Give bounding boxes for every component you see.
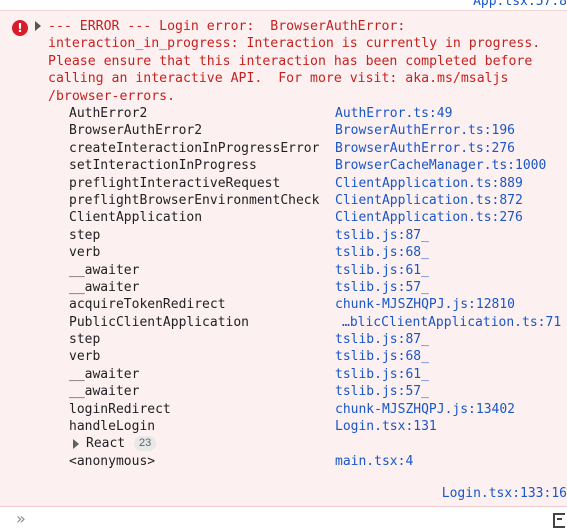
stack-frame-source-link[interactable]: BrowserAuthError.ts:276 [335, 140, 515, 157]
stack-frame-row: __awaiter tslib.js:57_ [69, 279, 567, 296]
stack-frame-source-link[interactable]: tslib.js:87_ [335, 331, 429, 348]
stack-frame-row: step tslib.js:87_ [69, 331, 567, 348]
stack-frame-function: preflightInteractiveRequest [69, 175, 281, 191]
caret-right-icon[interactable] [73, 439, 79, 450]
stack-frame-source-link[interactable]: AuthError.ts:49 [335, 105, 452, 122]
stack-frame-row: createInteractionInProgressError BrowserA… [69, 140, 567, 157]
stack-frame-row: verb tslib.js:68_ [69, 348, 567, 365]
stack-frame-row: preflightInteractiveRequest ClientApplica… [69, 175, 567, 192]
console-input[interactable] [40, 510, 544, 530]
stack-frame-row: loginRedirect chunk-MJSZHQPJ.js:13402 [69, 401, 567, 418]
stack-frame-row: __awaiter tslib.js:61_ [69, 366, 567, 383]
stack-frame-source-link[interactable]: chunk-MJSZHQPJ.js:13402 [335, 401, 515, 418]
stack-frame-row: __awaiter tslib.js:57_ [69, 383, 567, 400]
stack-frame-source-link[interactable]: tslib.js:68_ [335, 244, 429, 261]
stack-frame-row: verb tslib.js:68_ [69, 244, 567, 261]
stack-frame-row: setInteractionInProgress BrowserCacheMana… [69, 157, 567, 174]
stack-frame-function: AuthError2 [69, 106, 148, 121]
stack-frame-source-link[interactable]: tslib.js:57_ [335, 279, 429, 296]
stack-frame-function: ClientApplication [69, 210, 203, 226]
stack-frame-function: verb [69, 349, 101, 365]
stack-frame-function: step [69, 332, 101, 348]
stack-frame-function: step [69, 227, 101, 243]
stack-frame-source-link[interactable]: ClientApplication.ts:276 [335, 209, 523, 226]
stack-frame-source-link[interactable]: BrowserAuthError.ts:196 [335, 122, 515, 139]
stack-frame-source-link[interactable]: ClientApplication.ts:872 [335, 192, 523, 209]
previous-message-row: App.tsx:57:8 [0, 0, 567, 11]
stack-frame-row: PublicClientApplication …blicClientApplic… [69, 314, 567, 331]
stack-frame-function: BrowserAuthError2 [69, 123, 203, 139]
collapsed-frame-group[interactable]: React 23 [69, 435, 567, 452]
stack-frame-row: step tslib.js:87_ [69, 227, 567, 244]
stack-frame-row: ClientApplication ClientApplication.ts:27… [69, 209, 567, 226]
stack-frame-function: handleLogin [69, 419, 156, 435]
group-label[interactable]: React [86, 435, 125, 452]
console-prompt: » [0, 507, 567, 532]
stack-frame-function: __awaiter [69, 366, 140, 382]
stack-frame-row: __awaiter tslib.js:61_ [69, 262, 567, 279]
sidebar-toggle-icon[interactable] [553, 513, 565, 528]
stack-frame-row: acquireTokenRedirect chunk-MJSZHQPJ.js:12… [69, 296, 567, 313]
stack-frame-source-link[interactable]: tslib.js:68_ [335, 348, 429, 365]
stack-frame-function: __awaiter [69, 262, 140, 278]
stack-frame-source-link[interactable]: BrowserCacheManager.ts:1000 [335, 157, 546, 174]
stack-frame-row: BrowserAuthError2 BrowserAuthError.ts:196 [69, 122, 567, 139]
stack-frame-source-link[interactable]: tslib.js:61_ [335, 366, 429, 383]
stack-frame-row: preflightBrowserEnvironmentCheck ClientAp… [69, 192, 567, 209]
stack-frame-row: <anonymous> main.tsx:4 [69, 453, 567, 470]
stack-frame-function: <anonymous> [69, 453, 156, 469]
stack-frame-row: handleLogin Login.tsx:131 [69, 418, 567, 435]
stack-frame-function: __awaiter [69, 279, 140, 295]
console-error-message: ! --- ERROR --- Login error: BrowserAuth… [0, 11, 567, 507]
stack-frame-function: setInteractionInProgress [69, 158, 257, 174]
stack-frame-source-link[interactable]: tslib.js:57_ [335, 383, 429, 400]
stack-frame-source-link[interactable]: tslib.js:61_ [335, 262, 429, 279]
error-source-link[interactable]: Login.tsx:133:16 [442, 486, 567, 501]
stack-frame-function: __awaiter [69, 384, 140, 400]
stack-frame-function: PublicClientApplication [69, 314, 250, 330]
stack-frame-source-link[interactable]: Login.tsx:131 [335, 418, 437, 435]
stack-frame-function: createInteractionInProgressError [69, 140, 320, 156]
stack-frame-function: loginRedirect [69, 401, 171, 417]
stack-frame-function: preflightBrowserEnvironmentCheck [69, 192, 320, 208]
stack-frame-source-link[interactable]: main.tsx:4 [335, 453, 413, 470]
stack-frame-row: AuthError2 AuthError.ts:49 [69, 105, 567, 122]
group-count-badge: 23 [134, 436, 157, 452]
error-circle-icon: ! [12, 20, 28, 36]
previous-source-link[interactable]: App.tsx:57:8 [473, 0, 567, 9]
stack-frame-source-link[interactable]: chunk-MJSZHQPJ.js:12810 [335, 296, 515, 313]
stack-trace: AuthError2 AuthError.ts:49 BrowserAuthErro… [69, 105, 567, 470]
double-chevron-right-icon: » [16, 509, 26, 528]
stack-frame-function: verb [69, 245, 101, 261]
caret-right-icon[interactable] [35, 21, 41, 31]
stack-frame-source-link[interactable]: tslib.js:87_ [335, 227, 429, 244]
stack-frame-source-link[interactable]: ClientApplication.ts:889 [335, 175, 523, 192]
stack-frame-source-link[interactable]: …blicClientApplication.ts:71 [342, 314, 561, 331]
stack-frame-function: acquireTokenRedirect [69, 297, 226, 313]
error-message-text: --- ERROR --- Login error: BrowserAuthEr… [48, 19, 541, 104]
